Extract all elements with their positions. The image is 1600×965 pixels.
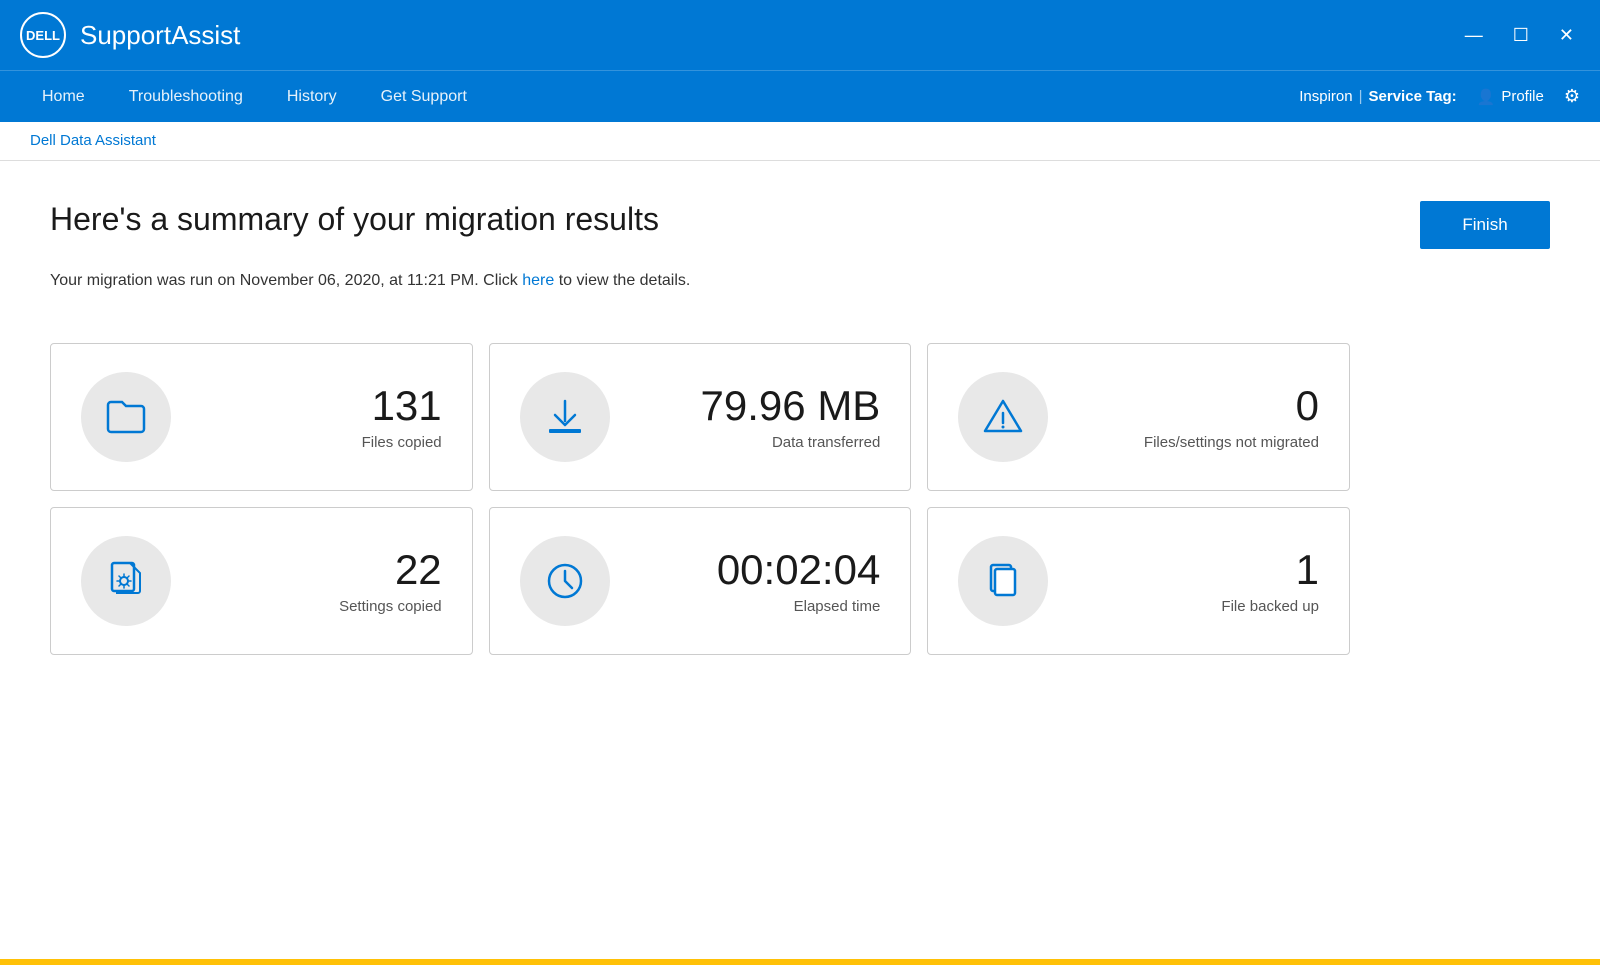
- elapsed-time-info: 00:02:04 Elapsed time: [634, 547, 881, 614]
- maximize-button[interactable]: ☐: [1507, 24, 1535, 46]
- device-name: Inspiron: [1299, 88, 1352, 105]
- migration-info-suffix: to view the details.: [554, 272, 690, 289]
- nav-troubleshooting[interactable]: Troubleshooting: [107, 74, 265, 120]
- file-backed-up-info: 1 File backed up: [1072, 547, 1319, 614]
- elapsed-time-icon-circle: [520, 536, 610, 626]
- dell-logo: DELL: [20, 12, 66, 58]
- separator: |: [1359, 88, 1363, 105]
- breadcrumb-bar: Dell Data Assistant: [0, 122, 1600, 161]
- settings-copied-label: Settings copied: [195, 598, 442, 615]
- minimize-button[interactable]: —: [1459, 24, 1489, 46]
- clock-icon: [541, 557, 589, 605]
- stat-card-data-transferred: 79.96 MB Data transferred: [489, 343, 912, 491]
- close-button[interactable]: ✕: [1553, 24, 1580, 46]
- files-copied-value: 131: [195, 383, 442, 429]
- stat-card-not-migrated: 0 Files/settings not migrated: [927, 343, 1350, 491]
- download-icon: [541, 393, 589, 441]
- not-migrated-icon-circle: [958, 372, 1048, 462]
- backup-icon: [979, 557, 1027, 605]
- file-backed-up-value: 1: [1072, 547, 1319, 593]
- page-header: Here's a summary of your migration resul…: [50, 201, 1550, 249]
- app-logo-area: DELL SupportAssist: [20, 12, 1459, 58]
- page-title: Here's a summary of your migration resul…: [50, 201, 659, 238]
- finish-button[interactable]: Finish: [1420, 201, 1550, 249]
- elapsed-time-label: Elapsed time: [634, 598, 881, 615]
- settings-copied-icon-circle: [81, 536, 171, 626]
- data-transferred-label: Data transferred: [634, 434, 881, 451]
- not-migrated-info: 0 Files/settings not migrated: [1072, 383, 1319, 450]
- stat-card-files-copied: 131 Files copied: [50, 343, 473, 491]
- warning-icon: [979, 393, 1027, 441]
- nav-history[interactable]: History: [265, 74, 359, 120]
- device-info: Inspiron | Service Tag:: [1299, 88, 1456, 105]
- settings-copied-info: 22 Settings copied: [195, 547, 442, 614]
- breadcrumb[interactable]: Dell Data Assistant: [30, 132, 156, 149]
- settings-copied-value: 22: [195, 547, 442, 593]
- migration-info: Your migration was run on November 06, 2…: [50, 269, 1550, 293]
- not-migrated-value: 0: [1072, 383, 1319, 429]
- navbar: Home Troubleshooting History Get Support…: [0, 70, 1600, 122]
- nav-get-support[interactable]: Get Support: [359, 74, 489, 120]
- stat-card-file-backed-up: 1 File backed up: [927, 507, 1350, 655]
- file-backed-up-label: File backed up: [1072, 598, 1319, 615]
- service-tag-label: Service Tag:: [1369, 88, 1457, 105]
- data-transferred-info: 79.96 MB Data transferred: [634, 383, 881, 450]
- data-transferred-icon-circle: [520, 372, 610, 462]
- nav-home[interactable]: Home: [20, 74, 107, 120]
- nav-right: Inspiron | Service Tag: 👤 Profile ⚙: [1299, 86, 1580, 107]
- migration-details-link[interactable]: here: [522, 272, 554, 289]
- profile-button[interactable]: 👤 Profile: [1477, 88, 1544, 106]
- titlebar: DELL SupportAssist — ☐ ✕: [0, 0, 1600, 70]
- main-content: Here's a summary of your migration resul…: [0, 161, 1600, 962]
- data-transferred-value: 79.96 MB: [634, 383, 881, 429]
- nav-links: Home Troubleshooting History Get Support: [20, 74, 1299, 120]
- not-migrated-label: Files/settings not migrated: [1072, 434, 1319, 451]
- app-title: SupportAssist: [80, 20, 240, 51]
- folder-icon: [102, 393, 150, 441]
- files-copied-info: 131 Files copied: [195, 383, 442, 450]
- elapsed-time-value: 00:02:04: [634, 547, 881, 593]
- window-controls: — ☐ ✕: [1459, 24, 1580, 46]
- bottom-bar: [0, 959, 1600, 965]
- files-copied-label: Files copied: [195, 434, 442, 451]
- settings-file-icon: [102, 557, 150, 605]
- profile-icon: 👤: [1477, 88, 1496, 106]
- profile-label: Profile: [1501, 88, 1544, 105]
- stats-grid: 131 Files copied 79.96 MB Data transferr…: [50, 343, 1350, 655]
- stat-card-settings-copied: 22 Settings copied: [50, 507, 473, 655]
- stat-card-elapsed-time: 00:02:04 Elapsed time: [489, 507, 912, 655]
- file-backed-up-icon-circle: [958, 536, 1048, 626]
- files-copied-icon-circle: [81, 372, 171, 462]
- settings-icon[interactable]: ⚙: [1564, 86, 1580, 107]
- migration-info-prefix: Your migration was run on November 06, 2…: [50, 272, 522, 289]
